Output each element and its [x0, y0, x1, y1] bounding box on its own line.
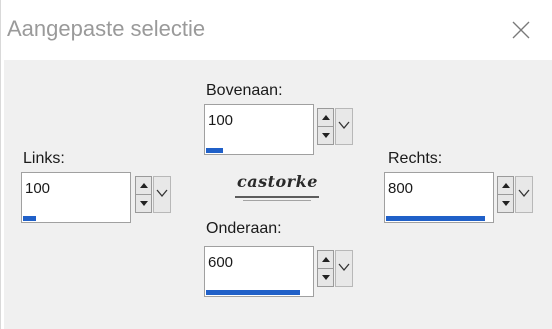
right-spin-down-button[interactable]: [498, 195, 513, 212]
top-spin-up-button[interactable]: [318, 109, 333, 127]
bottom-field[interactable]: 600: [204, 246, 314, 297]
bottom-spin-up-button[interactable]: [318, 251, 333, 269]
left-spin-down-button[interactable]: [136, 195, 151, 212]
right-label: Rechts:: [388, 150, 443, 167]
close-button[interactable]: [493, 8, 552, 52]
chevron-down-icon: [338, 121, 350, 130]
top-value[interactable]: 100: [208, 112, 233, 129]
top-dropdown-button[interactable]: [335, 108, 353, 145]
right-progress-bar: [386, 216, 485, 221]
arrow-up-icon: [321, 257, 330, 262]
chevron-down-icon: [156, 189, 168, 198]
bottom-label: Onderaan:: [206, 220, 282, 237]
bottom-value[interactable]: 600: [208, 254, 233, 271]
top-field[interactable]: 100: [204, 104, 314, 155]
title-bar: Aangepaste selectie: [1, 0, 552, 60]
arrow-down-icon: [321, 275, 330, 280]
logo-text: castorke: [237, 172, 318, 191]
close-icon: [512, 21, 530, 39]
right-value[interactable]: 800: [388, 180, 413, 197]
left-spin-up-button[interactable]: [136, 177, 151, 195]
left-value[interactable]: 100: [25, 180, 50, 197]
top-label: Bovenaan:: [206, 82, 283, 99]
chevron-down-icon: [518, 189, 530, 198]
dialog-client-area: Bovenaan: 100 Links: 100 castorke Rechts…: [4, 60, 552, 329]
window-title: Aangepaste selectie: [7, 16, 206, 41]
right-dropdown-button[interactable]: [515, 176, 533, 213]
arrow-down-icon: [321, 133, 330, 138]
right-field[interactable]: 800: [384, 172, 494, 223]
bottom-spinner[interactable]: [317, 250, 334, 287]
left-field[interactable]: 100: [21, 172, 131, 223]
bottom-progress-bar: [206, 290, 300, 295]
right-spinner[interactable]: [497, 176, 514, 213]
bottom-spin-down-button[interactable]: [318, 269, 333, 286]
left-spinner[interactable]: [135, 176, 152, 213]
top-progress-bar: [206, 148, 223, 153]
bottom-dropdown-button[interactable]: [335, 250, 353, 287]
arrow-up-icon: [501, 183, 510, 188]
right-spin-up-button[interactable]: [498, 177, 513, 195]
arrow-down-icon: [139, 201, 148, 206]
left-dropdown-button[interactable]: [153, 176, 171, 213]
arrow-down-icon: [501, 201, 510, 206]
top-spinner[interactable]: [317, 108, 334, 145]
chevron-down-icon: [338, 263, 350, 272]
arrow-up-icon: [139, 183, 148, 188]
left-label: Links:: [23, 150, 65, 167]
logo-underline: [235, 196, 319, 201]
left-progress-bar: [23, 216, 36, 221]
castorke-logo: castorke: [231, 172, 325, 206]
top-spin-down-button[interactable]: [318, 127, 333, 144]
arrow-up-icon: [321, 115, 330, 120]
